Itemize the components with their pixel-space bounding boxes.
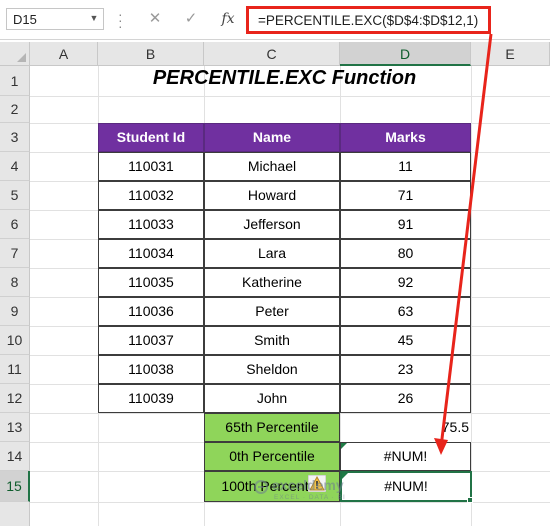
annotation-arrow [434, 33, 493, 455]
